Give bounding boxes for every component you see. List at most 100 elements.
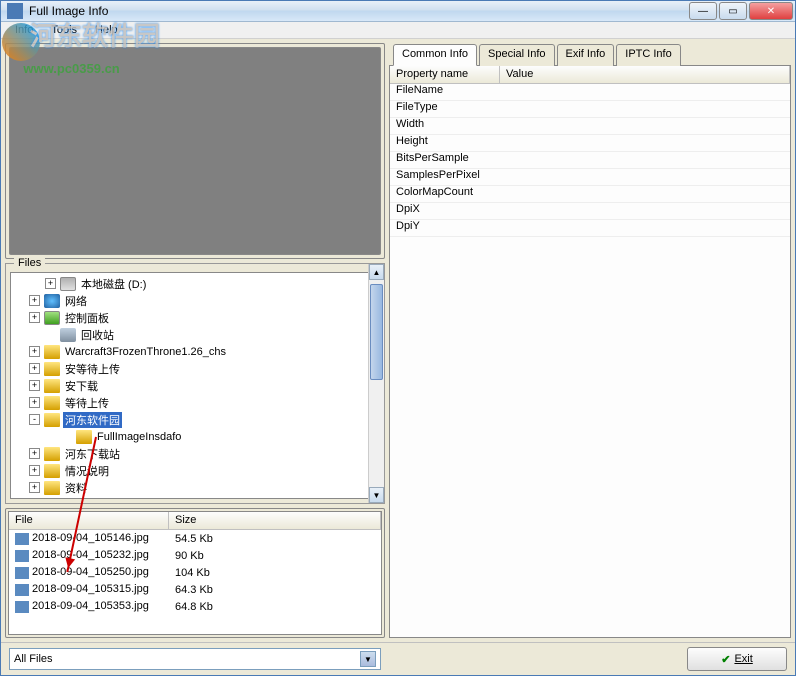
file-row[interactable]: 2018-09-04_105250.jpg104 Kb: [9, 564, 381, 581]
property-table[interactable]: Property name Value FileNameFileTypeWidt…: [390, 66, 790, 237]
tree-label: 河东下载站: [63, 446, 122, 462]
folder-tree[interactable]: +本地磁盘 (D:)+网络+控制面板回收站+Warcraft3FrozenThr…: [10, 272, 380, 499]
tree-node[interactable]: FullImageInsdafo: [13, 428, 377, 445]
col-header-file[interactable]: File: [9, 512, 169, 529]
exit-label: Exit: [734, 653, 752, 665]
tree-node[interactable]: -河东软件园: [13, 411, 377, 428]
file-size-cell: 64.3 Kb: [169, 584, 381, 596]
tab-special-info[interactable]: Special Info: [479, 44, 554, 66]
expand-icon[interactable]: +: [45, 278, 56, 289]
property-name-cell: DpiX: [390, 203, 500, 220]
exit-button[interactable]: ✔ Exit: [687, 647, 787, 671]
menu-help[interactable]: Help: [87, 22, 126, 38]
property-name-cell: DpiY: [390, 220, 500, 237]
tree-node[interactable]: + 河东下载站: [13, 445, 377, 462]
expand-icon[interactable]: +: [29, 312, 40, 323]
property-row[interactable]: ColorMapCount: [390, 186, 790, 203]
property-value-cell: [500, 203, 790, 220]
tree-label: 安下载: [63, 378, 100, 394]
tree-node[interactable]: +等待上传: [13, 394, 377, 411]
window-title: Full Image Info: [27, 4, 689, 18]
close-button[interactable]: ✕: [749, 2, 793, 20]
tree-node[interactable]: + 本地磁盘 (D:): [13, 275, 377, 292]
tree-label: 本地磁盘 (D:): [79, 276, 148, 292]
property-row[interactable]: Width: [390, 118, 790, 135]
tree-label: 资料: [63, 480, 89, 496]
net-icon: [44, 294, 60, 308]
file-list[interactable]: File Size 2018-09-04_105146.jpg54.5 Kb20…: [8, 511, 382, 635]
folder-icon: [44, 413, 60, 427]
preview-panel: [5, 43, 385, 259]
tree-scrollbar[interactable]: ▲ ▼: [368, 272, 380, 499]
property-name-cell: Width: [390, 118, 500, 135]
property-row[interactable]: FileName: [390, 84, 790, 101]
file-row[interactable]: 2018-09-04_105232.jpg90 Kb: [9, 547, 381, 564]
right-column: Common Info Special Info Exif Info IPTC …: [389, 43, 791, 638]
tab-iptc-info[interactable]: IPTC Info: [616, 44, 680, 66]
tree-label: FullImageInsdafo: [95, 431, 183, 443]
tree-label: 控制面板: [63, 310, 111, 326]
tab-panel: Property name Value FileNameFileTypeWidt…: [389, 65, 791, 638]
tree-node[interactable]: +网络: [13, 292, 377, 309]
expand-icon[interactable]: +: [29, 482, 40, 493]
tree-node[interactable]: + 控制面板: [13, 309, 377, 326]
tree-label: 回收站: [79, 327, 116, 343]
file-row[interactable]: 2018-09-04_105353.jpg64.8 Kb: [9, 598, 381, 615]
folder-icon: [44, 345, 60, 359]
expand-icon[interactable]: +: [29, 363, 40, 374]
property-row[interactable]: Height: [390, 135, 790, 152]
app-icon: [7, 3, 23, 19]
maximize-button[interactable]: ▭: [719, 2, 747, 20]
tab-common-info[interactable]: Common Info: [393, 44, 477, 66]
expand-icon[interactable]: +: [29, 295, 40, 306]
file-name-cell: 2018-09-04_105146.jpg: [9, 532, 169, 544]
expand-icon[interactable]: +: [29, 346, 40, 357]
menu-tools[interactable]: Tools: [43, 22, 85, 38]
menu-info[interactable]: Info: [7, 22, 41, 38]
scroll-up-icon[interactable]: ▲: [369, 272, 380, 280]
filter-combo[interactable]: All Files ▼: [9, 648, 381, 670]
property-row[interactable]: DpiX: [390, 203, 790, 220]
image-file-icon: [15, 533, 29, 545]
tree-node[interactable]: +Warcraft3FrozenThrone1.26_chs: [13, 343, 377, 360]
property-row[interactable]: DpiY: [390, 220, 790, 237]
expand-icon[interactable]: +: [29, 380, 40, 391]
collapse-icon[interactable]: -: [29, 414, 40, 425]
content-area: Files +本地磁盘 (D:)+网络+控制面板回收站+Warcraft3Fro…: [1, 39, 795, 642]
expand-icon[interactable]: +: [29, 465, 40, 476]
property-row[interactable]: BitsPerSample: [390, 152, 790, 169]
file-list-header: File Size: [9, 512, 381, 530]
tree-node[interactable]: + 情况说明: [13, 462, 377, 479]
file-name-cell: 2018-09-04_105250.jpg: [9, 566, 169, 578]
property-row[interactable]: FileType: [390, 101, 790, 118]
tree-node[interactable]: +安等待上传: [13, 360, 377, 377]
image-file-icon: [15, 567, 29, 579]
image-file-icon: [15, 550, 29, 562]
tree-label: 情况说明: [63, 463, 111, 479]
minimize-button[interactable]: —: [689, 2, 717, 20]
property-name-cell: FileName: [390, 84, 500, 101]
file-row[interactable]: 2018-09-04_105146.jpg54.5 Kb: [9, 530, 381, 547]
col-header-size[interactable]: Size: [169, 512, 381, 529]
col-header-value[interactable]: Value: [500, 66, 790, 83]
property-row[interactable]: SamplesPerPixel: [390, 169, 790, 186]
check-icon: ✔: [721, 653, 730, 666]
col-header-property[interactable]: Property name: [390, 66, 500, 83]
files-group-label: Files: [14, 257, 45, 269]
scroll-thumb[interactable]: [370, 284, 380, 380]
expand-icon[interactable]: +: [29, 448, 40, 459]
scroll-down-icon[interactable]: ▼: [369, 487, 380, 499]
tab-exif-info[interactable]: Exif Info: [557, 44, 615, 66]
file-size-cell: 54.5 Kb: [169, 533, 381, 545]
tree-node[interactable]: + 安下载: [13, 377, 377, 394]
tree-node[interactable]: + 资料: [13, 479, 377, 496]
property-name-cell: FileType: [390, 101, 500, 118]
expand-icon[interactable]: +: [29, 397, 40, 408]
chevron-down-icon[interactable]: ▼: [360, 651, 376, 667]
tree-node[interactable]: 回收站: [13, 326, 377, 343]
property-value-cell: [500, 220, 790, 237]
folder-icon: [44, 396, 60, 410]
file-size-cell: 104 Kb: [169, 567, 381, 579]
file-row[interactable]: 2018-09-04_105315.jpg64.3 Kb: [9, 581, 381, 598]
file-size-cell: 90 Kb: [169, 550, 381, 562]
